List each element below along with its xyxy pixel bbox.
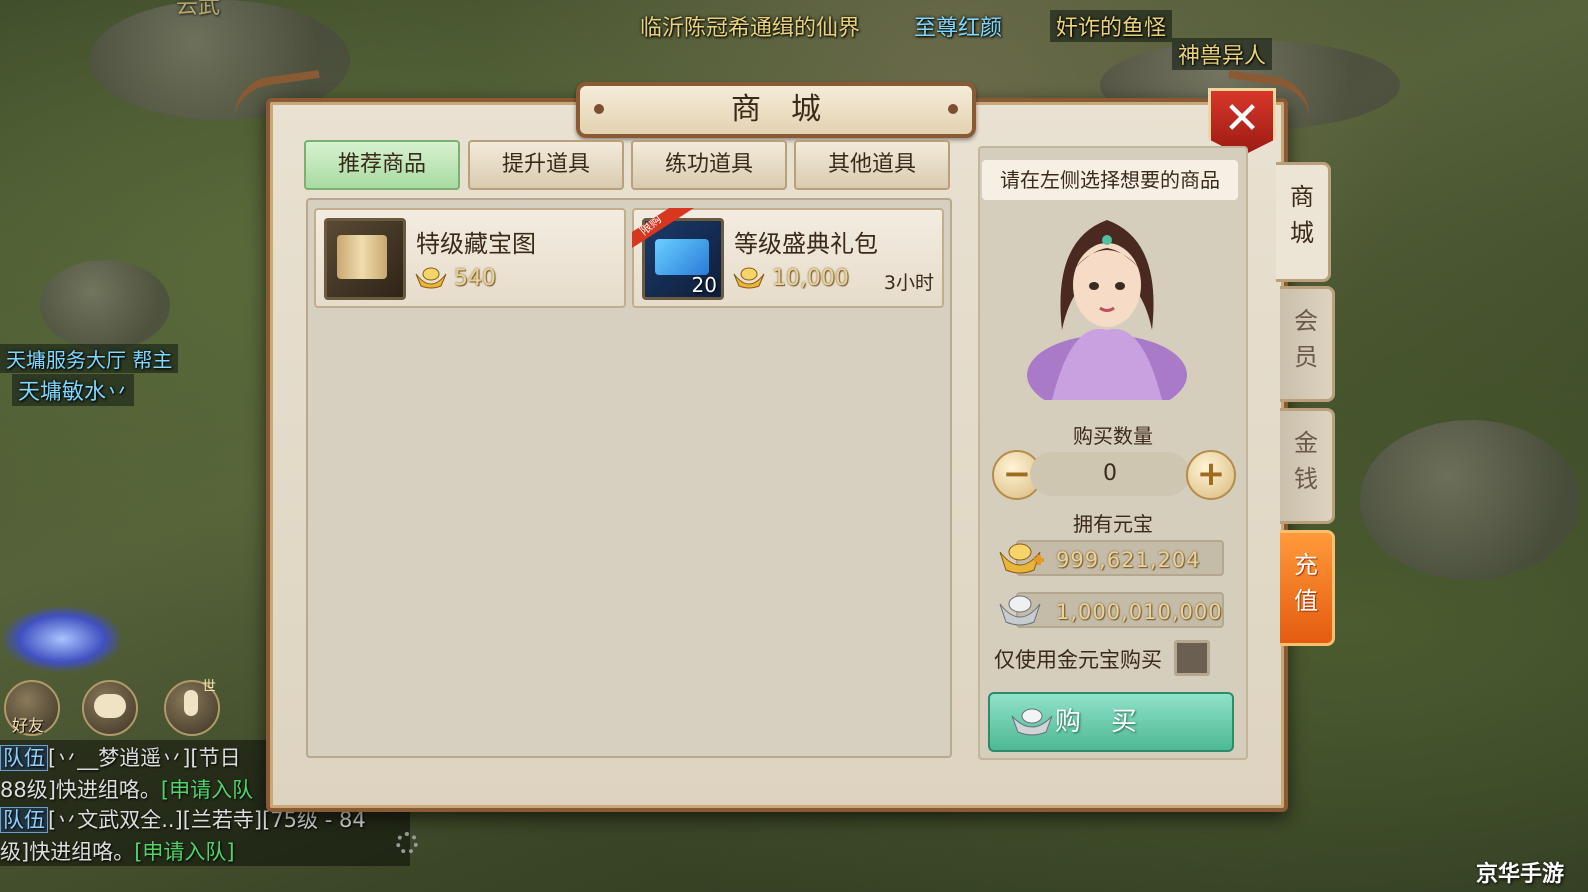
side-tab-label: 充值 <box>1294 551 1318 615</box>
chat-join-link[interactable]: [申请入队 <box>161 778 253 802</box>
chat-line: 88级]快进组咯。[申请入队 <box>0 774 253 804</box>
mic-badge: 世 <box>202 679 216 695</box>
chat-settings-icon[interactable] <box>396 832 418 854</box>
side-tab-member[interactable]: 会员 <box>1280 286 1335 402</box>
silver-ingot-balance: 1,000,010,000 <box>1016 592 1224 628</box>
minus-icon: − <box>1002 454 1032 494</box>
item-time-left: 3小时 <box>883 272 934 294</box>
chat-text: 级]快进组咯。 <box>0 840 135 864</box>
scene-rock <box>40 260 170 350</box>
gold-ingot-balance: 999,621,204 <box>1016 540 1224 576</box>
increase-quantity-button[interactable]: + <box>1186 450 1236 500</box>
microphone-icon[interactable]: 世 <box>164 679 220 736</box>
shop-title-plate: 商城 <box>576 82 976 138</box>
shop-item-treasure-map[interactable]: 特级藏宝图 540 <box>314 208 626 308</box>
quantity-input[interactable]: 0 <box>1030 452 1190 496</box>
title-ornament <box>948 104 958 114</box>
chat-text: 88级]快进组咯。 <box>0 778 161 802</box>
chat-text: [丷__梦逍遥丷][节日 <box>48 746 241 770</box>
chat-join-link[interactable]: [申请入队] <box>134 840 234 864</box>
gold-only-label: 仅使用金元宝购买 <box>994 648 1162 672</box>
gold-ingot-icon <box>733 267 765 289</box>
silver-ingot-icon <box>1011 708 1053 736</box>
top-title-right: 至尊红颜 <box>914 16 1003 41</box>
shop-item-level-gift-pack[interactable]: 20 限购 等级盛典礼包 10,000 3小时 <box>632 208 944 308</box>
chat-line: 级]快进组咯。[申请入队] <box>0 836 235 866</box>
owned-ingot-label: 拥有元宝 <box>1073 512 1153 536</box>
npc-guild: 天墉服务大厅 帮主 <box>0 344 179 373</box>
shopkeeper-portrait <box>1027 220 1187 400</box>
scene-corner-text: 云武 <box>176 0 221 19</box>
npc-name[interactable]: 天墉敏水丷 <box>12 374 135 406</box>
top-banner-text: 临沂陈冠希通缉的仙界 <box>640 16 861 41</box>
title-ornament <box>594 104 604 114</box>
monster-name[interactable]: 奸诈的鱼怪 <box>1050 10 1173 42</box>
friend-label: 好友 <box>12 716 45 735</box>
side-tab-shop[interactable]: 商城 <box>1276 162 1331 282</box>
monster-title: 神兽异人 <box>1172 38 1273 70</box>
side-tab-money[interactable]: 金钱 <box>1280 408 1335 524</box>
tab-other-items[interactable]: 其他道具 <box>794 140 950 190</box>
portal-icon[interactable] <box>2 606 122 672</box>
item-name: 特级藏宝图 <box>416 230 536 258</box>
side-tab-label: 会员 <box>1294 307 1318 371</box>
select-hint: 请在左侧选择想要的商品 <box>982 160 1238 200</box>
side-tab-label: 商城 <box>1290 183 1314 247</box>
chat-channel-tag: 队伍 <box>0 807 48 833</box>
close-icon: ✕ <box>1223 93 1261 144</box>
item-price: 540 <box>454 266 496 291</box>
treasure-map-icon <box>324 218 406 300</box>
gold-ingot-icon <box>415 267 447 289</box>
tab-recommended[interactable]: 推荐商品 <box>304 140 460 190</box>
side-tab-recharge[interactable]: 充值 <box>1280 530 1335 646</box>
watermark: 京华手游 <box>1475 862 1564 887</box>
silver-ingot-icon <box>999 595 1041 626</box>
shop-title: 商城 <box>731 92 851 127</box>
quantity-label: 购买数量 <box>1073 424 1153 448</box>
scene-rock <box>1360 420 1580 580</box>
item-name: 等级盛典礼包 <box>734 230 878 258</box>
side-tab-label: 金钱 <box>1294 429 1318 493</box>
gold-ingot-add-icon[interactable] <box>998 538 1046 578</box>
plus-icon: + <box>1196 454 1226 494</box>
chat-channel-tag: 队伍 <box>0 745 48 771</box>
tab-upgrade-items[interactable]: 提升道具 <box>468 140 624 190</box>
item-stack-count: 20 <box>691 273 717 297</box>
chat-line: 队伍 [丷__梦逍遥丷][节日 <box>0 742 241 772</box>
tab-training-items[interactable]: 练功道具 <box>631 140 787 190</box>
friend-icon[interactable]: 好友 <box>4 680 60 736</box>
item-price: 10,000 <box>772 266 849 291</box>
gold-only-checkbox[interactable] <box>1174 640 1210 676</box>
chat-bubble-icon[interactable] <box>82 680 138 736</box>
